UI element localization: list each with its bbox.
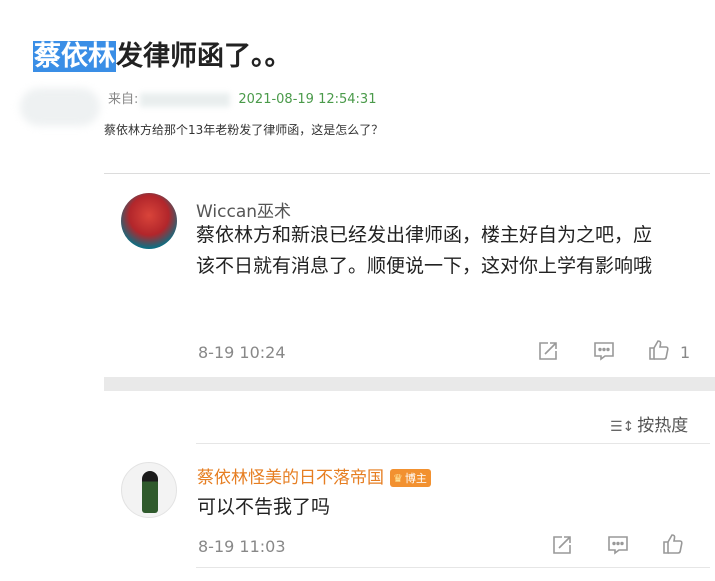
comment-date: 8-19 11:03 xyxy=(198,537,286,556)
comment-icon[interactable] xyxy=(592,340,616,362)
comment-username[interactable]: 蔡依林怪美的日不落帝国 ♛ 博主 xyxy=(197,463,431,488)
avatar[interactable] xyxy=(121,462,177,518)
crown-icon: ♛ xyxy=(393,472,403,485)
post-body: 蔡依林方给那个13年老粉发了律师函，这是怎么了？ xyxy=(104,123,384,137)
from-label: 来自: xyxy=(108,92,139,107)
like-count: 1 xyxy=(680,343,691,362)
comment-text: 蔡依林方和新浪已经发出律师函，楼主好自为之吧，应该不日就有消息了。顺便说一下，这… xyxy=(196,224,653,277)
divider xyxy=(104,173,710,174)
blurred-avatar xyxy=(20,88,100,126)
op-badge-label: 博主 xyxy=(404,472,427,485)
post-title: 蔡依林发律师函了。。 xyxy=(33,34,292,73)
blurred-source xyxy=(140,92,231,107)
divider xyxy=(196,443,710,444)
like-icon[interactable] xyxy=(647,339,671,361)
sort-icon: ☰↕ xyxy=(610,419,635,435)
like-icon[interactable] xyxy=(661,533,685,555)
post-title-highlight: 蔡依林 xyxy=(33,41,116,72)
avatar[interactable] xyxy=(121,193,177,249)
repost-icon[interactable] xyxy=(536,340,560,362)
comment-icon[interactable] xyxy=(606,534,630,556)
post-meta: 来自: 2021-08-19 12:54:31 xyxy=(108,88,376,107)
sort-button[interactable]: ☰↕ 按热度 xyxy=(610,411,688,436)
divider xyxy=(196,567,710,568)
comment-text: 可以不告我了吗 xyxy=(197,496,331,518)
post-title-rest: 发律师函了。。 xyxy=(116,41,292,72)
comment-date: 8-19 10:24 xyxy=(198,343,286,362)
section-divider xyxy=(104,377,715,391)
comment-username-text: 蔡依林怪美的日不落帝国 xyxy=(197,468,384,488)
comment-username[interactable]: Wiccan巫术 xyxy=(196,197,291,222)
post-timestamp: 2021-08-19 12:54:31 xyxy=(238,92,377,107)
repost-icon[interactable] xyxy=(550,534,574,556)
sort-label: 按热度 xyxy=(637,416,689,436)
op-badge: ♛ 博主 xyxy=(390,469,431,487)
avatar-figure xyxy=(142,471,158,513)
